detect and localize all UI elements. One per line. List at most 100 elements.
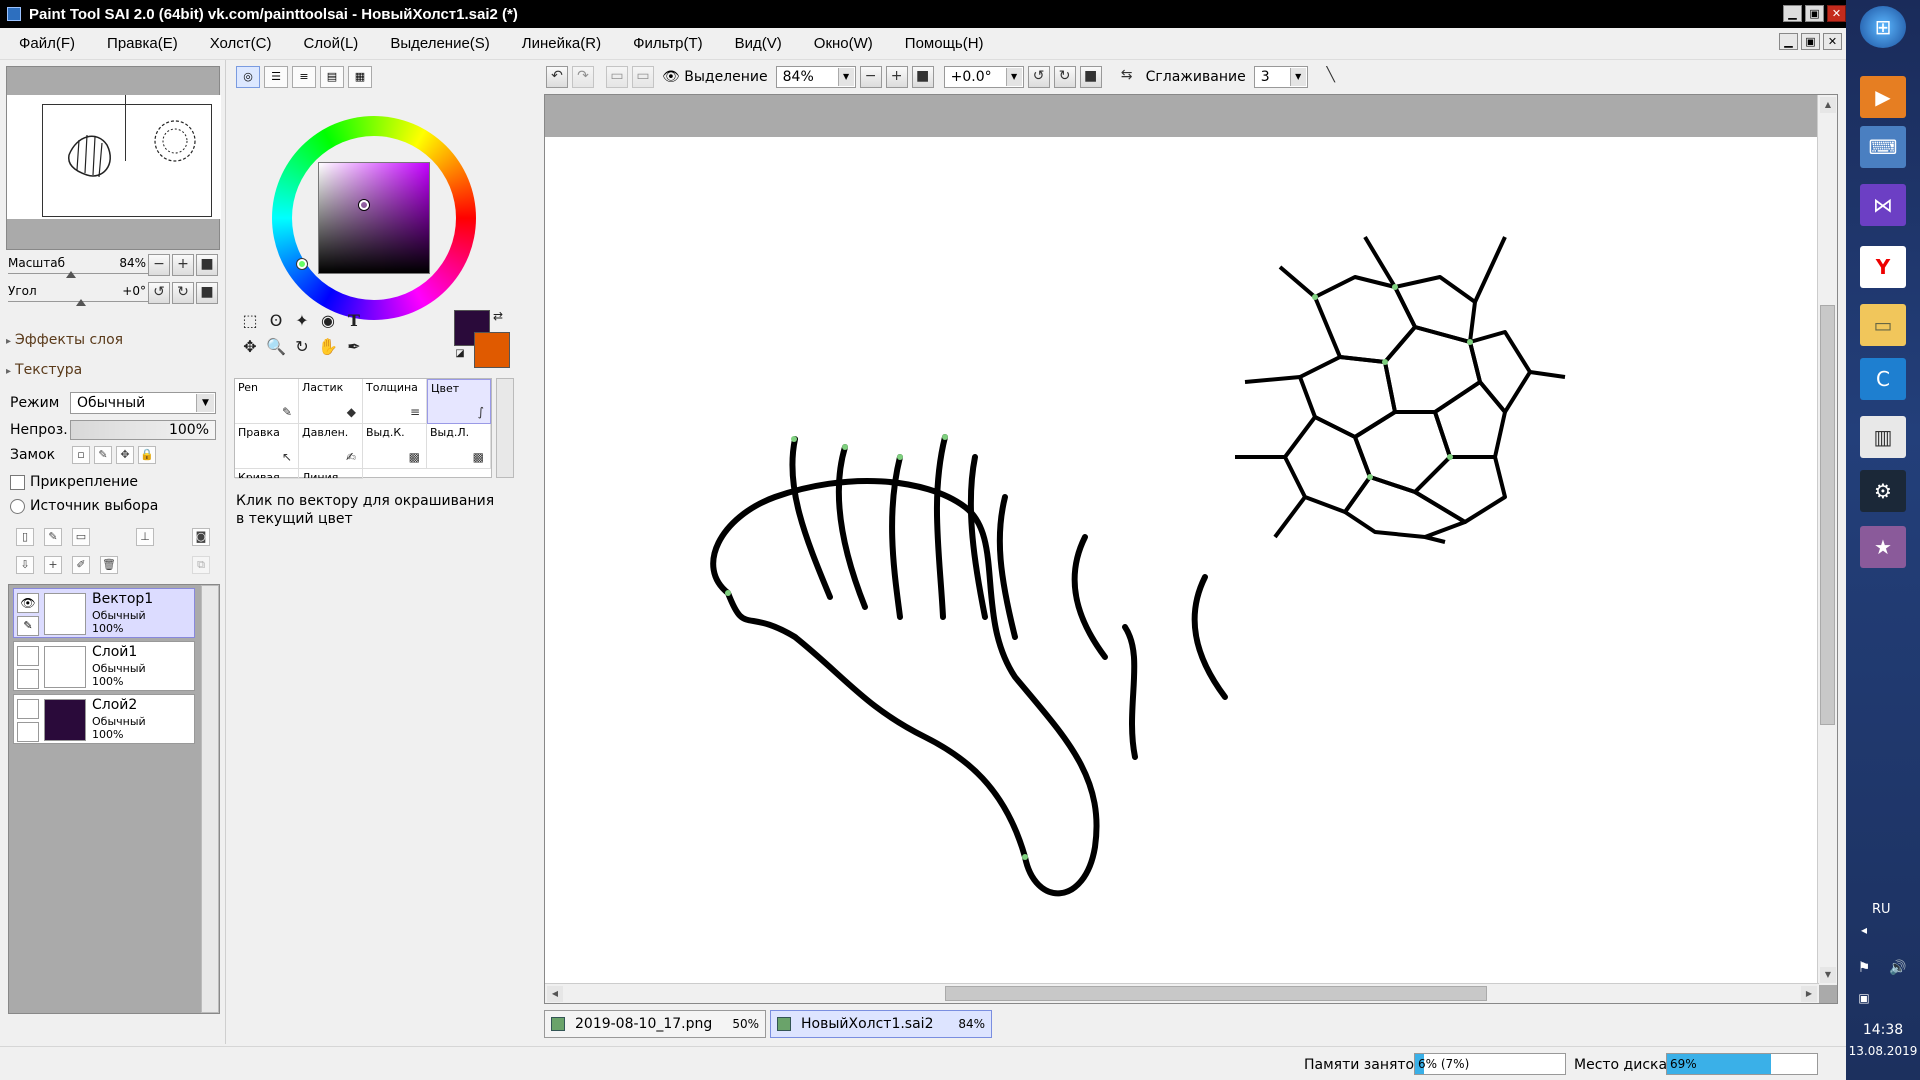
scale-slider[interactable] [8,273,148,274]
new-vector-layer-icon[interactable]: ✎ [44,528,62,546]
color-wheel[interactable] [272,116,476,320]
zoom-reset-button[interactable]: ■ [196,254,218,276]
move-icon[interactable]: ✥ [236,334,264,362]
hand-tool-icon[interactable]: ✋ [314,334,342,362]
rotate-right-button[interactable]: ↻ [172,282,194,304]
hsv-sliders-tab-icon[interactable]: ≡ [292,66,316,88]
palette-tab-icon[interactable]: ▤ [320,66,344,88]
layer-list-scrollbar[interactable] [201,585,219,1013]
doc-restore-button[interactable]: ▣ [1801,33,1820,50]
shapes-icon[interactable]: ◉ [314,308,342,336]
rect-select-icon[interactable]: ⬚ [236,308,264,336]
visual-studio-icon[interactable]: ⋈ [1860,184,1906,226]
network-icon[interactable]: ⌨ [1860,126,1906,168]
scroll-down-icon[interactable]: ▼ [1820,967,1836,983]
secondary-color-swatch[interactable] [474,332,510,368]
canvas-area[interactable]: ▲ ▼ ◀ ▶ [544,94,1838,1004]
volume-icon[interactable]: 🔊 [1886,956,1910,980]
vector-artwork[interactable] [545,137,1817,983]
magic-wand-icon[interactable]: ✦ [288,308,316,336]
rotate-left-button[interactable]: ↺ [1027,66,1050,88]
brush-color[interactable]: Цвет ∫ [427,379,491,424]
brush-line[interactable]: Линия [299,469,363,479]
start-button-icon[interactable]: ⊞ [1860,6,1906,48]
canvas-horizontal-scroll-thumb[interactable] [945,986,1487,1001]
network-tray-icon[interactable]: ▣ [1854,988,1874,1008]
smoothing-select[interactable]: 3 ▼ [1253,66,1308,88]
brush-pressure[interactable]: Давлен. ✍ [299,424,363,469]
tray-expand-icon[interactable]: ◂ [1854,920,1874,940]
reset-colors-icon[interactable]: ◪ [452,346,468,362]
eye-icon[interactable] [17,646,39,666]
menu-edit[interactable]: Правка(E) [88,35,191,52]
pen-icon[interactable]: ✎ [17,616,39,636]
restore-button[interactable]: ▣ [1805,5,1824,22]
swap-colors-icon[interactable]: ⇄ [490,308,506,324]
layer-mask-icon[interactable]: ◙ [192,528,210,546]
menu-file[interactable]: Файл(F) [0,35,88,52]
brush-edit[interactable]: Правка ↖ [235,424,299,469]
hue-picker-handle[interactable] [297,259,307,269]
brush-select-line[interactable]: Выд.Л. ▩ [427,424,491,469]
zoom-out-button[interactable]: − [148,254,170,276]
lock-move-icon[interactable]: ✥ [116,446,134,464]
selection-visibility-label[interactable]: 👁 Выделение [662,69,768,85]
color-picker-handle[interactable] [359,200,369,210]
angle-slider-thumb[interactable] [76,299,86,306]
rotate-right-button[interactable]: ↻ [1053,66,1076,88]
text-tool-icon[interactable]: T [340,308,368,336]
layer-effects-section[interactable]: ▸ Эффекты слоя [6,332,123,348]
rotate-reset-button[interactable]: ■ [1079,66,1102,88]
menu-selection[interactable]: Выделение(S) [371,35,502,52]
rotate-tool-icon[interactable]: ↻ [288,334,316,362]
scroll-left-icon[interactable]: ◀ [547,986,563,1002]
brush-select-stroke[interactable]: Выд.К. ▩ [363,424,427,469]
redo-button[interactable]: ↷ [572,66,594,88]
menu-view[interactable]: Вид(V) [716,35,795,52]
new-layer-icon[interactable]: ▯ [16,528,34,546]
canvas-vertical-scroll-thumb[interactable] [1820,305,1835,725]
layer-item-layer1[interactable]: Слой1 Обычный 100% [13,641,195,691]
undo-button[interactable]: ↶ [546,66,568,88]
drawing-canvas[interactable] [545,137,1817,983]
scroll-up-icon[interactable]: ▲ [1820,97,1836,113]
clear-layer-icon[interactable]: ✐ [72,556,90,574]
brush-pen[interactable]: Pen ✎ [235,379,299,424]
angle-select[interactable]: +0.0° ▼ [943,66,1024,88]
zoom-in-button[interactable]: + [172,254,194,276]
duplicate-layer-icon[interactable]: + [44,556,62,574]
zoom-tool-icon[interactable]: 🔍 [262,334,290,362]
media-player-icon[interactable]: ▶ [1860,76,1906,118]
flip-horizontal-icon[interactable]: ⇆ [1116,66,1138,88]
steam-icon[interactable]: ⚙ [1860,470,1906,512]
layer-item-vector1[interactable]: 👁 ✎ Вектор1 Обычный 100% [13,588,195,638]
menu-ruler[interactable]: Линейка(R) [503,35,614,52]
clock-time[interactable]: 14:38 [1846,1022,1920,1038]
color-wheel-tab-icon[interactable]: ◎ [236,66,260,88]
canvas-horizontal-scrollbar[interactable]: ◀ ▶ [545,983,1819,1003]
yandex-browser-icon[interactable]: Y [1860,246,1906,288]
language-indicator[interactable]: RU [1872,902,1891,917]
clipping-checkbox[interactable] [10,474,25,490]
zoom-out-button[interactable]: − [859,66,882,88]
lock-transparency-icon[interactable]: ▫ [72,446,90,464]
new-folder-icon[interactable]: ▭ [72,528,90,546]
blend-mode-select[interactable]: Обычный ▼ [70,392,216,414]
pen-icon[interactable] [17,722,39,742]
merge-down-icon[interactable]: ⇩ [16,556,34,574]
eyedropper-icon[interactable]: ✒ [340,334,368,362]
invert-selection-button[interactable]: ▭ [632,66,654,88]
deselect-button[interactable]: ▭ [606,66,628,88]
layer-transform-icon[interactable]: ⊥ [136,528,154,546]
game-icon[interactable]: ★ [1860,526,1906,568]
layer-item-layer2[interactable]: Слой2 Обычный 100% [13,694,195,744]
scroll-right-icon[interactable]: ▶ [1801,986,1817,1002]
lock-all-icon[interactable]: 🔒 [138,446,156,464]
swatches-tab-icon[interactable]: ▦ [348,66,372,88]
eye-icon[interactable]: 👁 [17,593,39,613]
menu-help[interactable]: Помощь(H) [886,35,997,52]
file-explorer-icon[interactable]: ▭ [1860,304,1906,346]
selection-source-checkbox[interactable] [10,498,25,514]
navigator-preview[interactable] [6,66,221,250]
doc-minimize-button[interactable]: ▁ [1779,33,1798,50]
